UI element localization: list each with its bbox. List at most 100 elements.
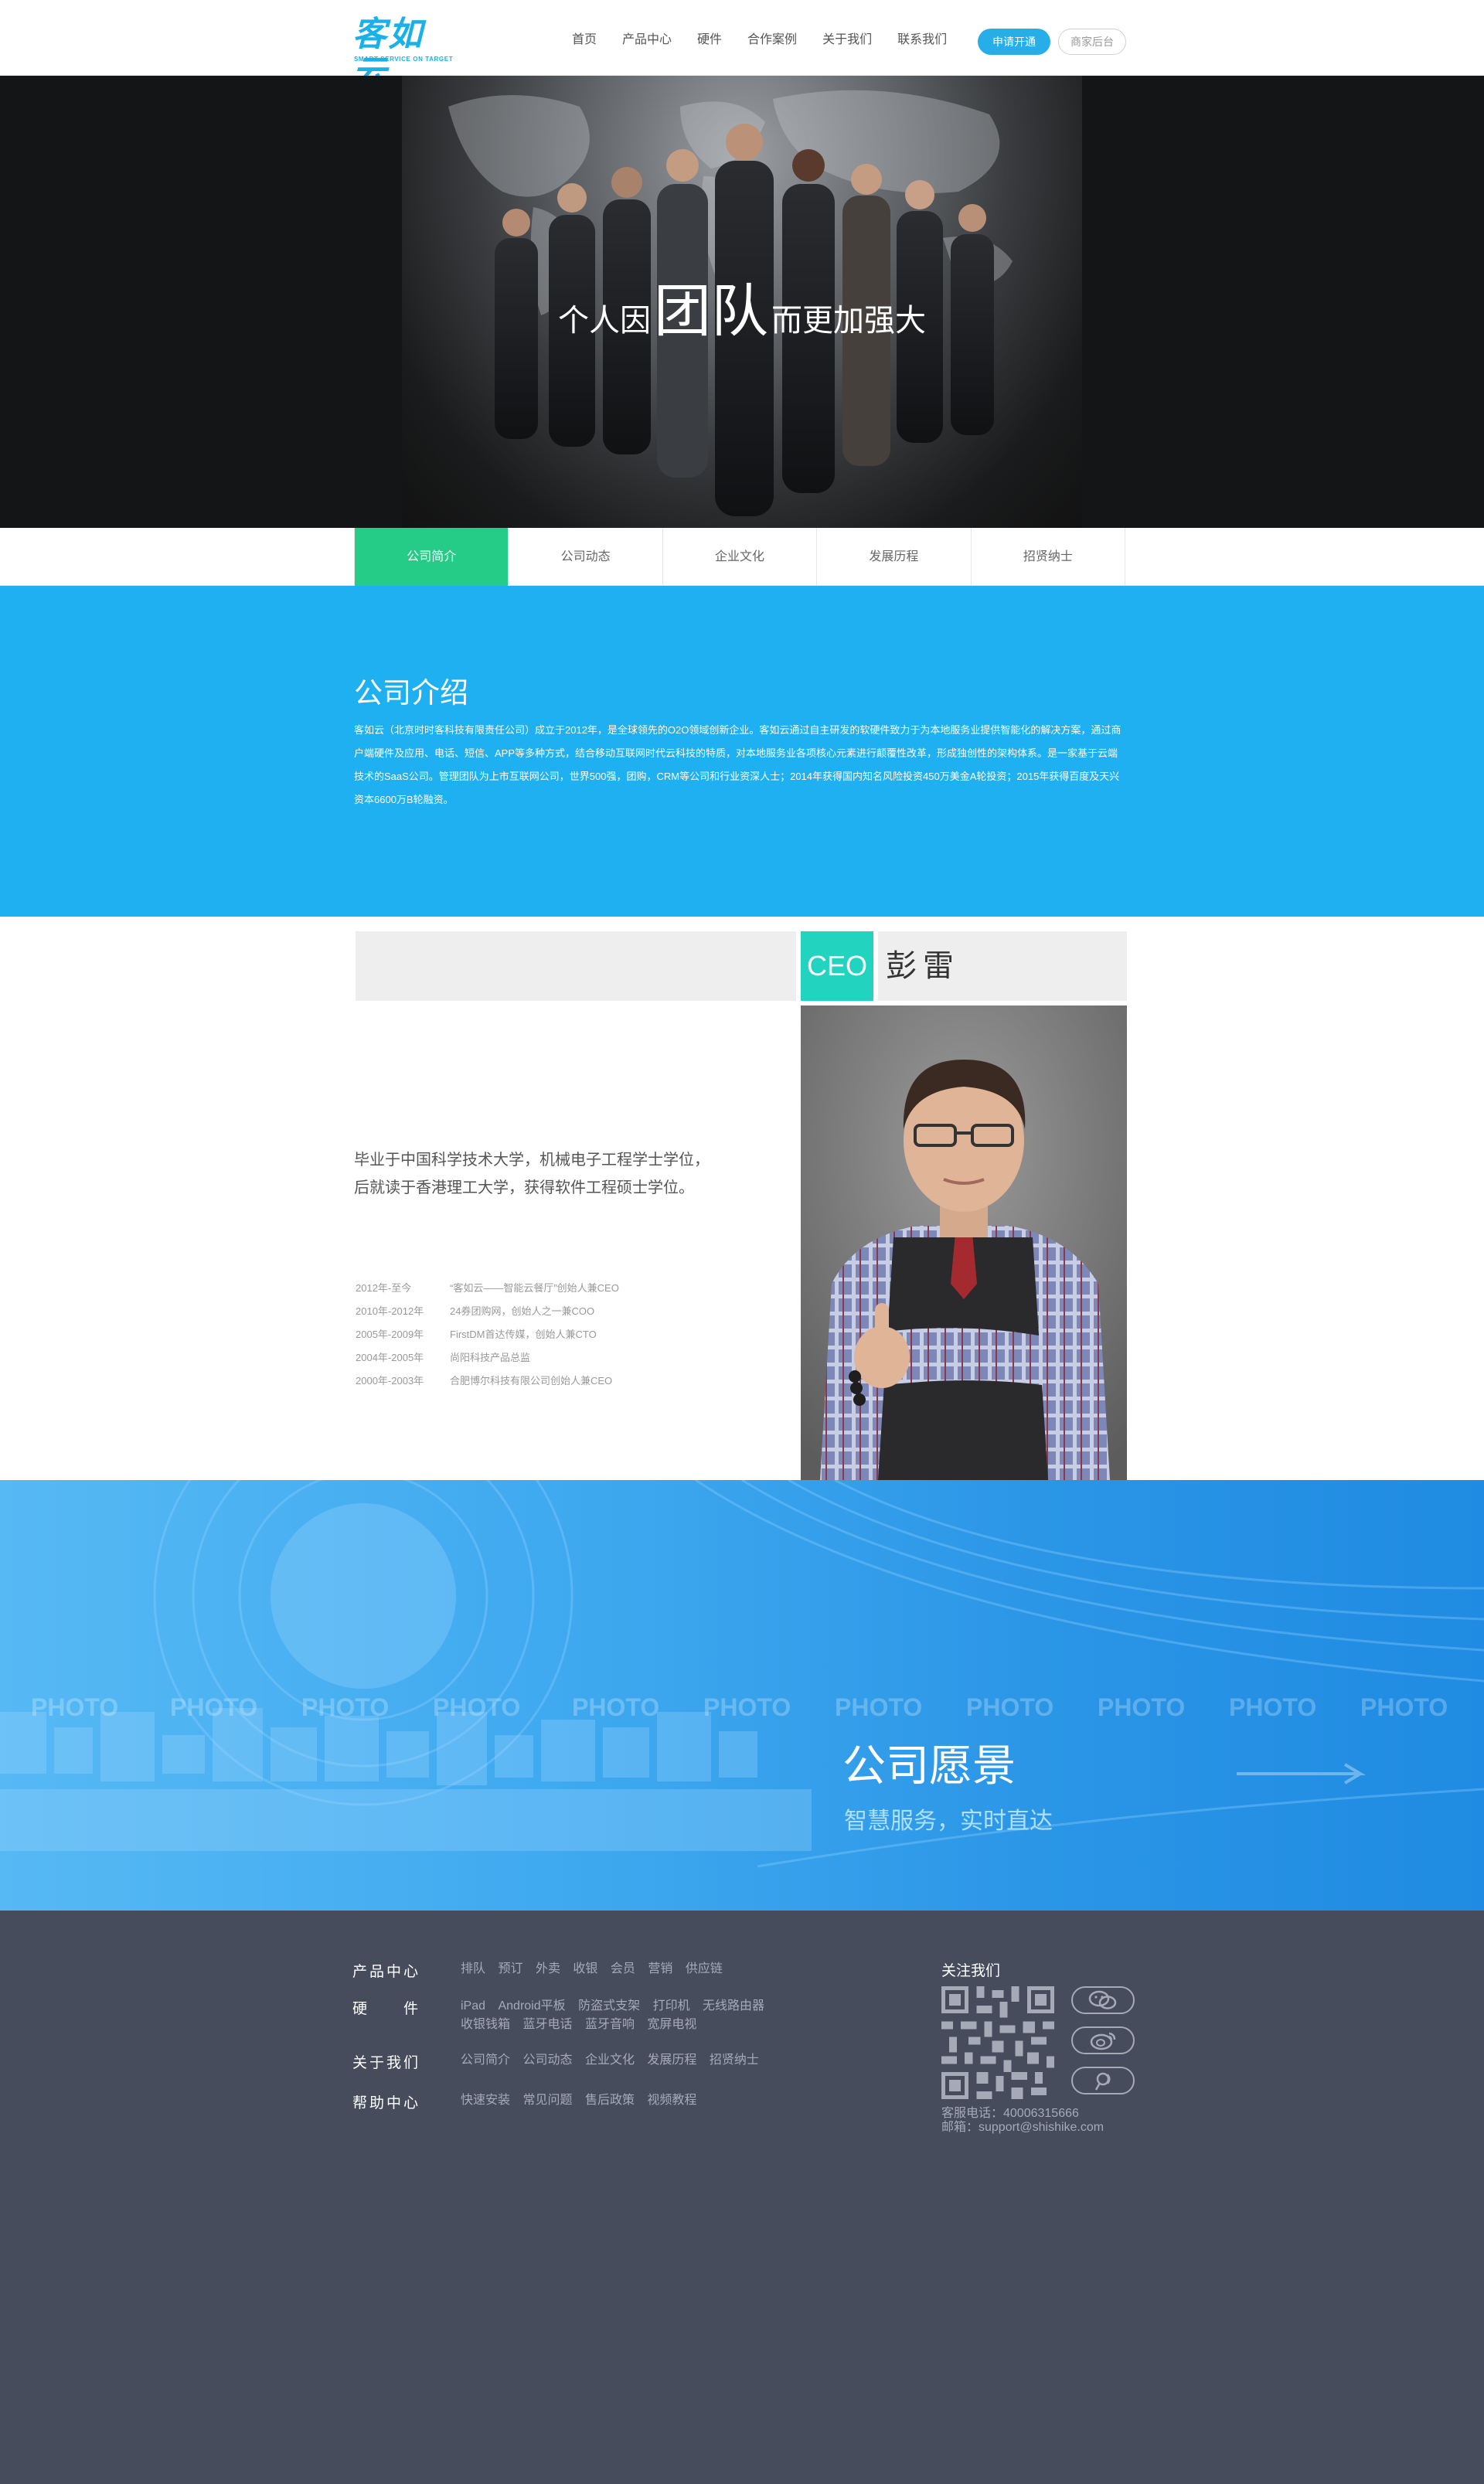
nav-hardware[interactable]: 硬件 [697,29,722,47]
site-header: 客如云 SMART SERVICE ON TARGET 首页 产品中心 硬件 合… [0,0,1484,93]
footer-link[interactable]: 招贤纳士 [710,2051,759,2070]
footer-link[interactable]: 蓝牙音响 [585,2016,635,2034]
footer-link[interactable]: iPad [461,1997,485,2016]
qq-weibo-button[interactable] [1071,2067,1135,2094]
logo-slogan: SMART SERVICE ON TARGET [354,56,454,63]
timeline-row: 2004年-2005年 尚阳科技产品总监 [356,1346,619,1370]
wechat-button[interactable] [1071,1986,1135,2014]
vision-watermark: PHOTO [1229,1693,1316,1721]
footer-link[interactable]: 打印机 [653,1997,690,2016]
footer-link[interactable]: 发展历程 [647,2051,696,2070]
tab-history[interactable]: 发展历程 [817,528,972,586]
timeline-text: 尚阳科技产品总监 [450,1352,531,1363]
merchant-login-button[interactable]: 商家后台 [1058,29,1126,55]
ceo-tag: CEO [801,931,873,1001]
nav-contact[interactable]: 联系我们 [897,29,947,47]
vision-watermark: PHOTO [301,1693,389,1721]
footer-row-products: 产品中心 排队 预订 外卖 收银 会员 营销 供应链 [352,1960,816,1981]
intro-title: 公司介绍 [354,677,468,709]
hero-slogan-post: 而更加强大 [771,304,926,338]
footer-link[interactable]: 排队 [461,1960,485,1979]
qr-code-icon [941,1986,1054,2099]
about-tabs-bar: 公司简介 公司动态 企业文化 发展历程 招贤纳士 [0,528,1484,586]
footer-link[interactable]: 企业文化 [585,2051,635,2070]
footer-heading: 帮助中心 [352,2095,421,2111]
timeline-date: 2004年-2005年 [356,1352,424,1363]
footer-link[interactable]: 会员 [611,1960,635,1979]
timeline-row: 2005年-2009年 FirstDM首达传媒，创始人兼CTO [356,1323,619,1346]
nav-products[interactable]: 产品中心 [622,29,672,47]
footer-link[interactable]: 公司简介 [461,2051,510,2070]
tencent-weibo-icon [1094,2072,1111,2091]
footer-heading: 关于我们 [352,2055,421,2071]
vision-watermark: PHOTO [1098,1693,1185,1721]
footer-link[interactable]: 蓝牙电话 [522,2016,572,2034]
ceo-header-bar [356,931,796,1001]
ceo-education-line-1: 毕业于中国科学技术大学，机械电子工程学士学位， [354,1152,710,1169]
footer-links: iPad Android平板 防盗式支架 打印机 无线路由器 收银钱箱 蓝牙电话… [461,1997,801,2034]
footer-link[interactable]: 预订 [498,1960,522,1979]
footer-link[interactable]: 外卖 [536,1960,560,1979]
vision-watermark: PHOTO [835,1693,922,1721]
nav-cases[interactable]: 合作案例 [747,29,797,47]
timeline-row: 2010年-2012年 24券团购网，创始人之一兼COO [356,1300,619,1323]
footer-link[interactable]: 快速安装 [461,2091,510,2110]
site-logo[interactable]: 客如云 SMART SERVICE ON TARGET [352,15,454,93]
ceo-portrait [801,1006,1127,1480]
vision-watermark: PHOTO [170,1693,257,1721]
footer-row-about: 关于我们 公司简介 公司动态 企业文化 发展历程 招贤纳士 [352,2051,816,2072]
footer-link[interactable]: 供应链 [686,1960,723,1979]
nav-about[interactable]: 关于我们 [822,29,872,47]
footer-link[interactable]: 公司动态 [522,2051,572,2070]
main-nav: 首页 产品中心 硬件 合作案例 关于我们 联系我们 [572,0,972,76]
tab-careers[interactable]: 招贤纳士 [972,528,1125,586]
company-vision-section: PHOTO PHOTO PHOTO PHOTO PHOTO PHOTO PHOT… [0,1480,1484,1911]
timeline-date: 2010年-2012年 [356,1305,424,1317]
weibo-button[interactable] [1071,2026,1135,2054]
vision-watermark: PHOTO [1360,1693,1448,1721]
timeline-text: 24券团购网，创始人之一兼COO [450,1305,595,1317]
footer-heading: 产品中心 [352,1964,421,1980]
timeline-text: 合肥博尔科技有限公司创始人兼CEO [450,1375,613,1387]
about-tabs: 公司简介 公司动态 企业文化 发展历程 招贤纳士 [354,528,1125,586]
footer-link[interactable]: 常见问题 [522,2091,572,2110]
weibo-icon [1090,2032,1116,2050]
vision-background-graphic: PHOTO PHOTO PHOTO PHOTO PHOTO PHOTO PHOT… [0,1480,1484,1868]
hero-banner: 个人因团队 而更加强大 [0,76,1484,528]
nav-home[interactable]: 首页 [572,29,597,47]
vision-watermark: PHOTO [703,1693,791,1721]
hero-slogan-pre: 个人因 [558,304,651,338]
footer-link[interactable]: 营销 [648,1960,672,1979]
vision-title: 公司愿景 [842,1741,1016,1790]
footer-link[interactable]: 防盗式支架 [578,1997,640,2016]
hero-slogan: 个人因团队 而更加强大 [0,265,1484,348]
footer-link[interactable]: 视频教程 [647,2091,696,2110]
timeline-text: FirstDM首达传媒，创始人兼CTO [450,1329,597,1340]
footer-heading: 硬 件 [352,2001,421,2017]
footer-link[interactable]: 收银钱箱 [461,2016,510,2034]
intro-text: 客如云（北京时时客科技有限责任公司）成立于2012年，是全球领先的O2O领域创新… [354,724,1122,805]
apply-button[interactable]: 申请开通 [978,29,1050,55]
timeline-date: 2012年-至今 [356,1282,412,1294]
ceo-portrait-graphic [801,1006,1127,1480]
ceo-education: 毕业于中国科学技术大学，机械电子工程学士学位， 后就读于香港理工大学，获得软件工… [354,1146,710,1202]
follow-us-title: 关注我们 [941,1963,1001,1979]
vision-watermark: PHOTO [572,1693,659,1721]
footer-link[interactable]: Android平板 [498,1997,565,2016]
footer-link[interactable]: 售后政策 [585,2091,635,2110]
tab-company-profile[interactable]: 公司简介 [355,528,509,586]
tab-culture[interactable]: 企业文化 [663,528,818,586]
site-footer: 产品中心 排队 预订 外卖 收银 会员 营销 供应链 硬 件 iPad Andr… [0,1911,1484,2484]
vision-watermark: PHOTO [966,1693,1053,1721]
company-intro-section: 公司介绍 客如云（北京时时客科技有限责任公司）成立于2012年，是全球领先的O2… [0,586,1484,917]
footer-link[interactable]: 收银 [573,1960,597,1979]
timeline-date: 2000年-2003年 [356,1375,424,1387]
footer-link[interactable]: 宽屏电视 [647,2016,696,2034]
hero-slogan-emphasis: 团队 [654,279,768,343]
support-email[interactable]: 邮箱：support@shishike.com [941,2116,1104,2135]
timeline-text: “客如云——智能云餐厅”创始人兼CEO [450,1282,619,1294]
tab-company-news[interactable]: 公司动态 [509,528,663,586]
footer-link[interactable]: 无线路由器 [703,1997,764,2016]
ceo-name: 彭雷 [886,949,960,983]
ceo-career-timeline: 2012年-至今 “客如云——智能云餐厅”创始人兼CEO 2010年-2012年… [356,1277,619,1393]
